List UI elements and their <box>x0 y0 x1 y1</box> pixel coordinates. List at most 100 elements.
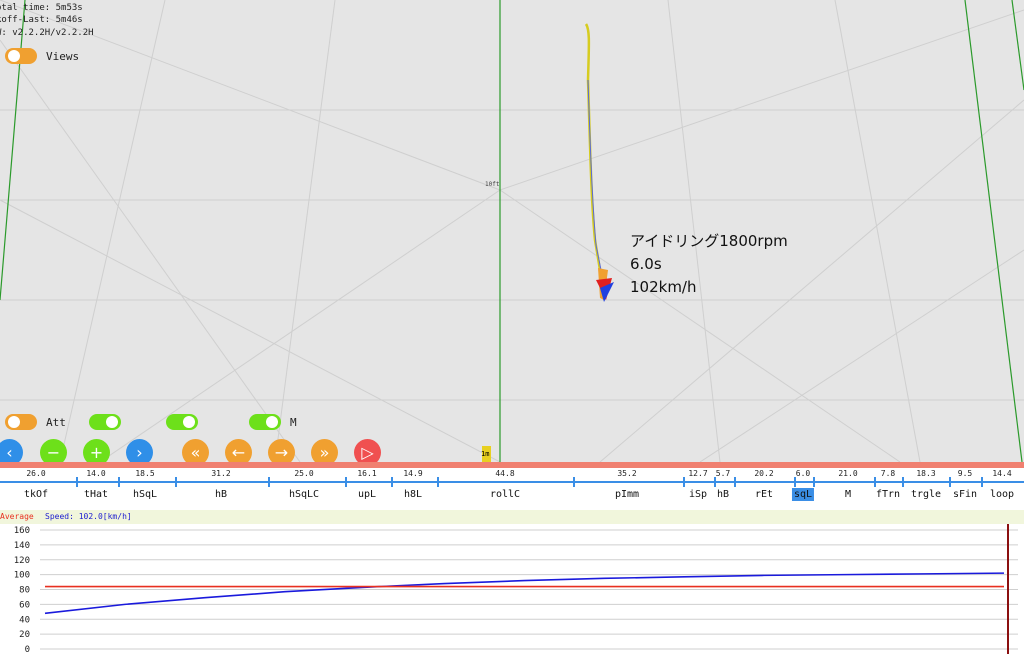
segment-duration: 35.2 <box>617 469 637 478</box>
timeline-scale <box>0 481 1024 483</box>
toggle-3[interactable] <box>166 414 198 430</box>
segment-label[interactable]: rollC <box>488 488 522 501</box>
total-time: otal time: 5m53s <box>0 3 83 13</box>
legend-average: Average <box>0 512 34 521</box>
segment-timeline[interactable]: 26.0 tkOf 14.0 tHat 18.5 hSqL 31.2 hB 25.0 hSqLC 1… <box>0 462 1024 510</box>
segment-tick <box>175 477 177 487</box>
overlay-line-2: 6.0s <box>630 255 662 273</box>
chevron-left-icon: ‹ <box>6 443 13 462</box>
segment-duration: 20.2 <box>754 469 774 478</box>
segment-label[interactable]: iSp <box>687 488 709 501</box>
segment-tick <box>902 477 904 487</box>
segment-tick <box>794 477 796 487</box>
y-tick-label: 100 <box>14 571 30 581</box>
zoom-in-button[interactable]: + <box>83 439 110 462</box>
att-toggle[interactable] <box>5 414 37 430</box>
toggle-2[interactable] <box>89 414 121 430</box>
segment-tick <box>714 477 716 487</box>
segment-duration: 9.5 <box>957 469 973 478</box>
segment-tick <box>345 477 347 487</box>
y-tick-label: 40 <box>19 615 30 625</box>
segment-label[interactable]: rEt <box>753 488 775 501</box>
flight-path <box>584 23 602 271</box>
takeoff-last-time: koff-Last: 5m46s <box>0 15 83 25</box>
y-tick-label: 140 <box>14 541 30 551</box>
aircraft-icon <box>596 268 614 302</box>
segment-duration: 25.0 <box>294 469 314 478</box>
y-tick-label: 80 <box>19 586 30 596</box>
segment-label[interactable]: upL <box>356 488 378 501</box>
next-button[interactable]: › <box>126 439 153 462</box>
firmware-version: W: v2.2.2H/v2.2.2H <box>0 28 94 38</box>
play-button[interactable]: ▷ <box>354 439 381 462</box>
y-tick-label: 120 <box>14 556 30 566</box>
center-label: 10ft <box>485 181 500 188</box>
fast-forward-button[interactable]: » <box>311 439 338 462</box>
y-tick-label: 160 <box>14 526 30 536</box>
segment-tick <box>683 477 685 487</box>
arrow-right-icon: → <box>274 443 289 462</box>
segment-duration: 26.0 <box>26 469 46 478</box>
segment-tick <box>734 477 736 487</box>
segment-duration: 12.7 <box>688 469 708 478</box>
segment-duration: 16.1 <box>357 469 377 478</box>
progress-strip <box>0 462 1024 468</box>
segment-duration: 5.7 <box>715 469 731 478</box>
segment-tick <box>573 477 575 487</box>
segment-tick <box>118 477 120 487</box>
views-label: Views <box>46 50 80 63</box>
segment-label[interactable]: sFin <box>951 488 979 501</box>
segment-label[interactable]: h8L <box>402 488 424 501</box>
segment-label[interactable]: hSqL <box>131 488 159 501</box>
segment-label[interactable]: pImm <box>613 488 641 501</box>
arrow-left-icon: ← <box>231 443 246 462</box>
segment-tick <box>268 477 270 487</box>
step-forward-button[interactable]: → <box>268 439 295 462</box>
rewind-button[interactable]: « <box>182 439 209 462</box>
chevron-right-icon: › <box>136 443 143 462</box>
segment-tick <box>949 477 951 487</box>
segment-tick <box>981 477 983 487</box>
plus-icon: + <box>89 443 104 462</box>
flight-scene: 10ft 1m <box>0 0 1024 462</box>
segment-label[interactable]: tkOf <box>22 488 50 501</box>
segment-tick <box>76 477 78 487</box>
segment-duration: 14.4 <box>992 469 1012 478</box>
segment-duration: 14.9 <box>403 469 423 478</box>
segment-duration: 14.0 <box>86 469 106 478</box>
double-chevron-right-icon: » <box>319 443 330 462</box>
segment-tick <box>391 477 393 487</box>
m-toggle[interactable] <box>249 414 281 430</box>
right-boundary-line <box>964 0 1023 462</box>
overlay-line-3: 102km/h <box>630 278 697 296</box>
speed-chart[interactable]: 0 20 40 60 80 100 120 140 160 <box>0 524 1024 654</box>
segment-duration: 31.2 <box>211 469 231 478</box>
views-toggle[interactable] <box>5 48 37 64</box>
segment-label[interactable]: hB <box>715 488 731 501</box>
3d-viewport[interactable]: 10ft 1m otal time: 5m53s koff-Last: 5m46… <box>0 0 1024 462</box>
segment-tick <box>813 477 815 487</box>
y-tick-label: 20 <box>19 630 30 640</box>
y-tick-label: 0 <box>25 645 30 654</box>
segment-duration: 21.0 <box>838 469 858 478</box>
play-icon: ▷ <box>361 443 374 462</box>
segment-label[interactable]: loop <box>988 488 1016 501</box>
segment-label[interactable]: sqL <box>791 488 815 501</box>
minus-icon: − <box>46 443 61 462</box>
origin-marker: 1m <box>481 446 491 462</box>
segment-label[interactable]: hB <box>213 488 229 501</box>
chart-legend: Average Speed: 102.0[km/h] <box>0 510 1024 524</box>
segment-duration: 18.5 <box>135 469 155 478</box>
segment-label[interactable]: M <box>843 488 853 501</box>
zoom-out-button[interactable]: − <box>40 439 67 462</box>
legend-speed: Speed: 102.0[km/h] <box>45 512 132 521</box>
overlay-line-1: アイドリング1800rpm <box>630 232 788 250</box>
segment-duration: 18.3 <box>916 469 936 478</box>
segment-label[interactable]: trgle <box>909 488 943 501</box>
step-back-button[interactable]: ← <box>225 439 252 462</box>
segment-tick <box>874 477 876 487</box>
m-label: M <box>290 416 297 429</box>
segment-label[interactable]: tHat <box>82 488 110 501</box>
segment-label[interactable]: fTrn <box>874 488 902 501</box>
segment-label[interactable]: hSqLC <box>287 488 321 501</box>
